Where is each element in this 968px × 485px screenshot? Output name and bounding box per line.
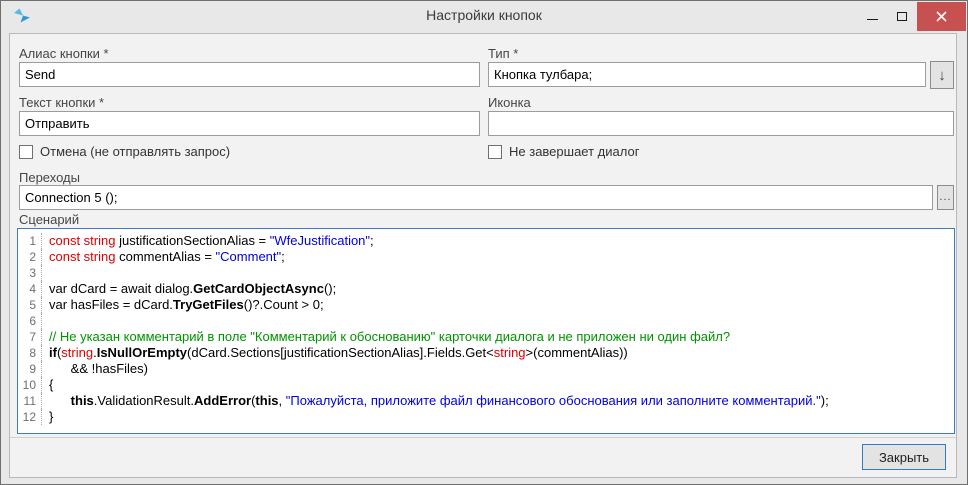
footer-separator — [10, 437, 956, 438]
code-line: 4 var dCard = await dialog.GetCardObjectA… — [18, 281, 954, 297]
code-line-text: var hasFiles = dCard.TryGetFiles()?.Coun… — [49, 297, 324, 313]
close-dialog-label: Закрыть — [879, 450, 929, 465]
code-line-text: // Не указан комментарий в поле "Коммент… — [49, 329, 730, 345]
cancel-checkbox-label: Отмена (не отправлять запрос) — [40, 144, 230, 159]
line-number: 6 — [18, 313, 42, 329]
code-line-text: { — [49, 377, 53, 393]
text-label: Текст кнопки * — [19, 95, 104, 110]
button-text-input[interactable] — [19, 111, 480, 136]
arrow-down-icon: ↓ — [938, 67, 946, 84]
line-number: 7 — [18, 329, 42, 345]
window-title: Настройки кнопок — [1, 7, 967, 23]
alias-input[interactable] — [19, 62, 480, 87]
line-number: 2 — [18, 249, 42, 265]
close-window-button[interactable] — [917, 2, 966, 31]
cancel-checkbox-row: Отмена (не отправлять запрос) — [19, 144, 230, 159]
type-label: Тип * — [488, 46, 518, 61]
maximize-button[interactable] — [887, 2, 917, 31]
type-input[interactable] — [488, 62, 926, 87]
dialog-window: Настройки кнопок Алиас кнопки * Тип * ↓ — [0, 0, 968, 485]
close-icon — [936, 11, 947, 22]
code-lines: 1 const string justificationSectionAlias … — [18, 233, 954, 425]
maximize-icon — [897, 12, 907, 21]
code-line: 7 // Не указан комментарий в поле "Коммен… — [18, 329, 954, 345]
code-line-text: const string justificationSectionAlias =… — [49, 233, 374, 249]
no-close-checkbox[interactable] — [488, 145, 502, 159]
no-close-checkbox-row: Не завершает диалог — [488, 144, 639, 159]
window-controls — [857, 2, 966, 31]
scenario-code-editor[interactable]: 1 const string justificationSectionAlias … — [17, 228, 955, 434]
line-number: 8 — [18, 345, 42, 361]
line-number: 10 — [18, 377, 42, 393]
code-line: 10 { — [18, 377, 954, 393]
code-line-text: if(string.IsNullOrEmpty(dCard.Sections[j… — [49, 345, 628, 361]
scenario-label: Сценарий — [19, 212, 79, 227]
cancel-checkbox[interactable] — [19, 145, 33, 159]
line-number: 3 — [18, 265, 42, 281]
code-line-text: const string commentAlias = "Comment"; — [49, 249, 285, 265]
alias-label: Алиас кнопки * — [19, 46, 109, 61]
code-line-text: } — [49, 409, 53, 425]
code-line-text: && !hasFiles) — [49, 361, 148, 377]
code-line-text: this.ValidationResult.AddError(this, "По… — [49, 393, 829, 409]
code-line: 5 var hasFiles = dCard.TryGetFiles()?.Cou… — [18, 297, 954, 313]
line-number: 11 — [18, 393, 42, 409]
ellipsis-icon: ... — [939, 191, 951, 203]
code-line: 12} — [18, 409, 954, 425]
icon-label: Иконка — [488, 95, 531, 110]
transitions-label: Переходы — [19, 170, 80, 185]
transitions-browse-button[interactable]: ... — [937, 185, 954, 210]
no-close-checkbox-label: Не завершает диалог — [509, 144, 639, 159]
transitions-input[interactable] — [19, 185, 933, 210]
minimize-icon — [867, 19, 878, 20]
code-line: 11 this.ValidationResult.AddError(this, … — [18, 393, 954, 409]
title-bar[interactable]: Настройки кнопок — [1, 1, 967, 32]
dialog-content: Алиас кнопки * Тип * ↓ Текст кнопки * Ик… — [9, 33, 957, 478]
code-line: 8 if(string.IsNullOrEmpty(dCard.Sections[… — [18, 345, 954, 361]
code-line: 6 — [18, 313, 954, 329]
code-line: 3 — [18, 265, 954, 281]
code-line: 1 const string justificationSectionAlias … — [18, 233, 954, 249]
icon-input[interactable] — [488, 111, 954, 136]
type-dropdown-button[interactable]: ↓ — [930, 61, 954, 89]
minimize-button[interactable] — [857, 2, 887, 31]
line-number: 5 — [18, 297, 42, 313]
code-line: 9 && !hasFiles) — [18, 361, 954, 377]
line-number: 4 — [18, 281, 42, 297]
close-dialog-button[interactable]: Закрыть — [862, 444, 946, 470]
line-number: 1 — [18, 233, 42, 249]
code-line-text: var dCard = await dialog.GetCardObjectAs… — [49, 281, 336, 297]
line-number: 9 — [18, 361, 42, 377]
line-number: 12 — [18, 409, 42, 425]
code-line: 2 const string commentAlias = "Comment"; — [18, 249, 954, 265]
